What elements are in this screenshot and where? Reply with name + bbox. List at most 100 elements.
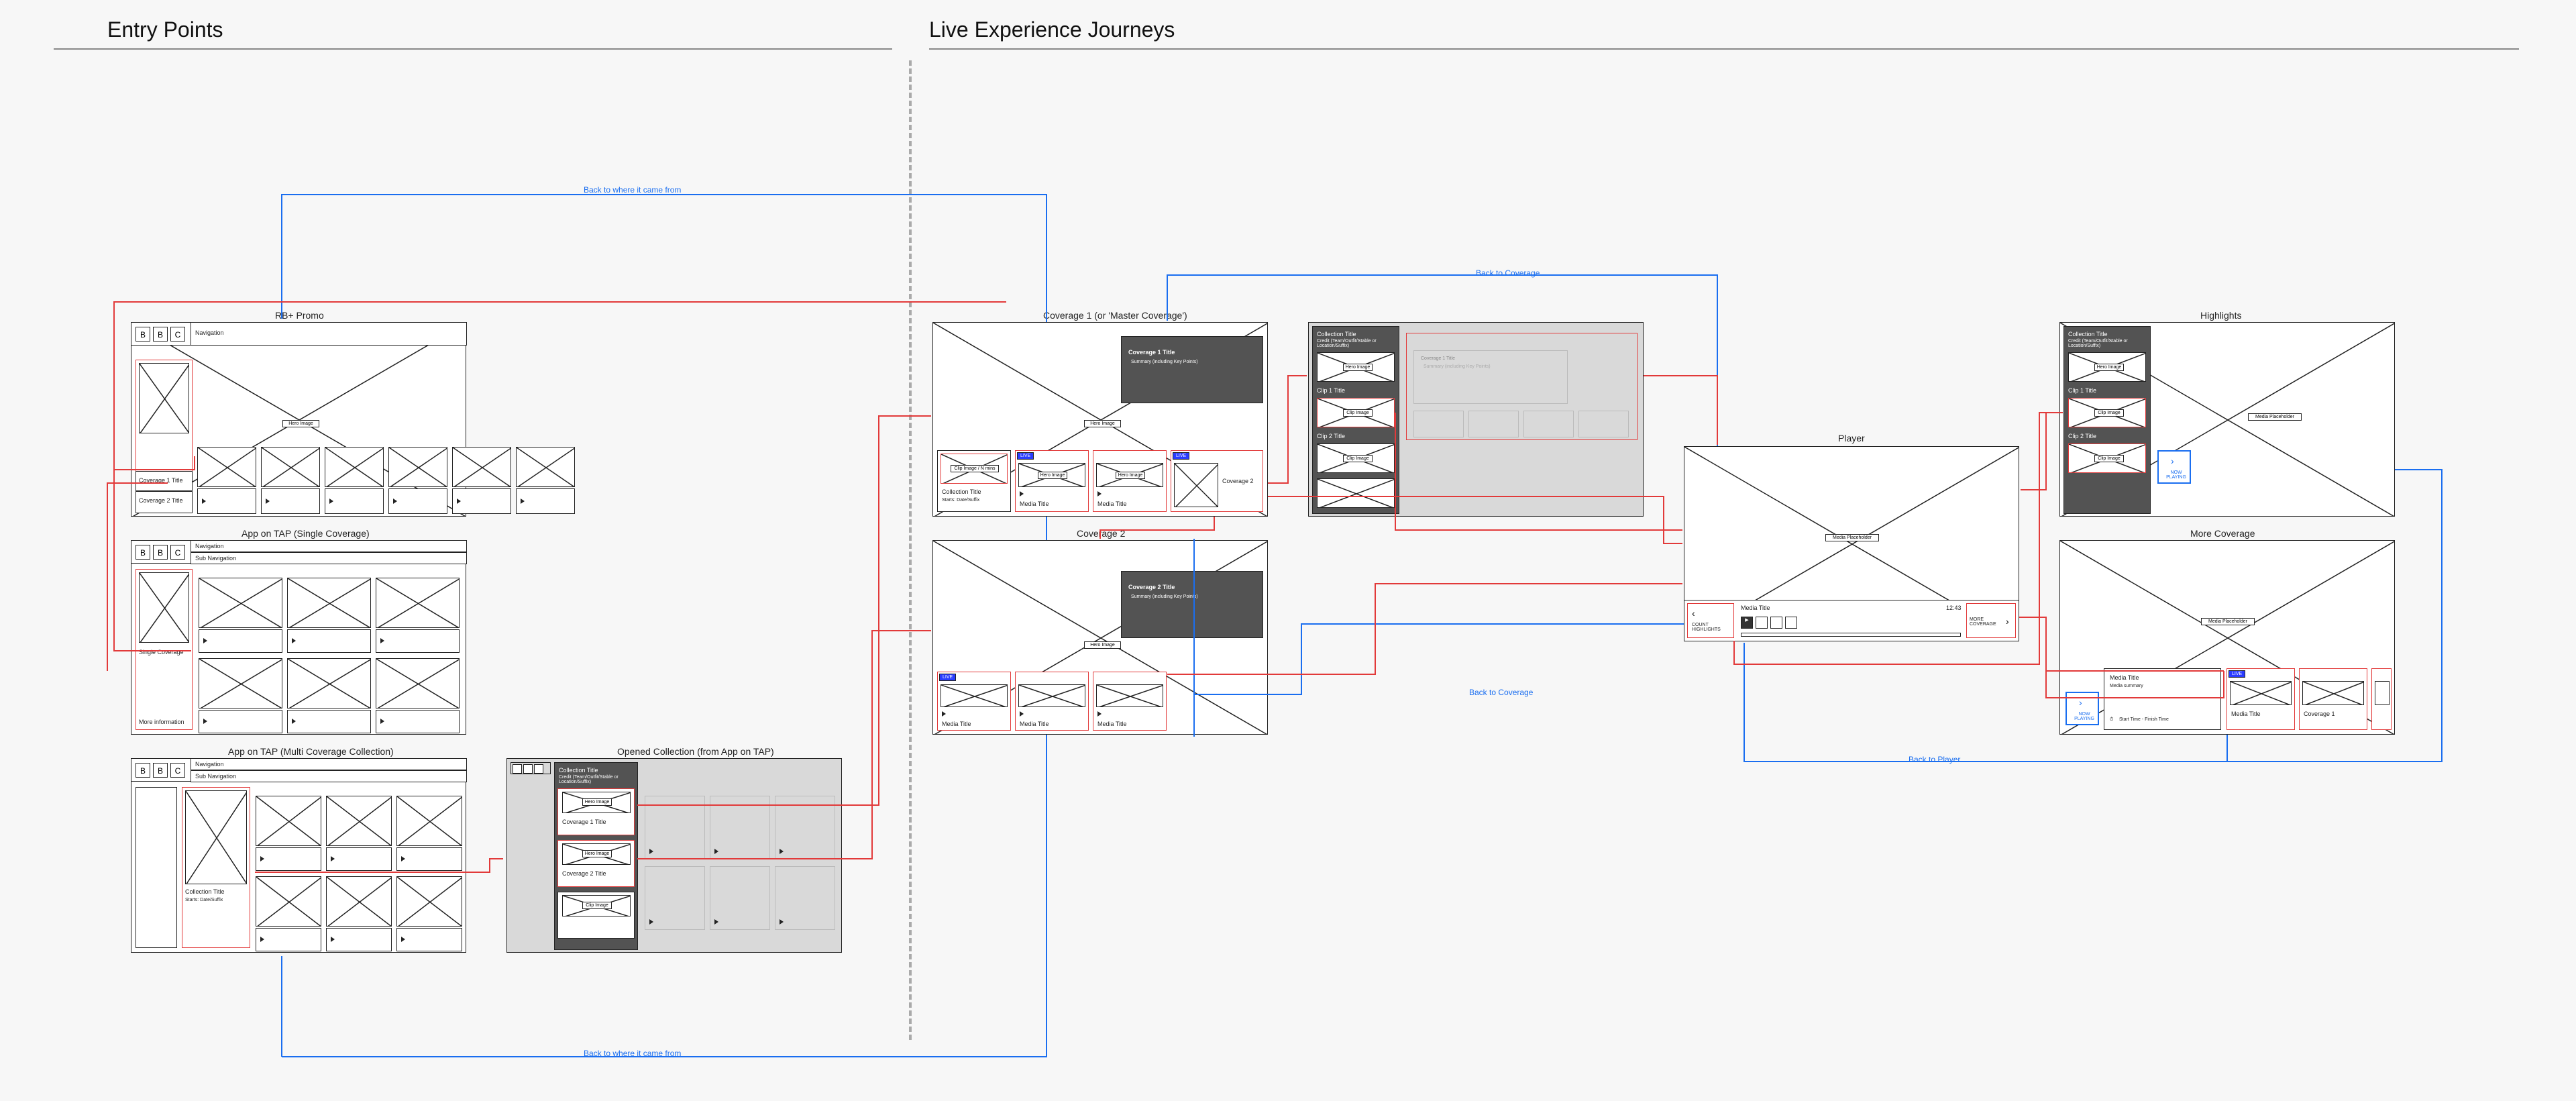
coll-sub: Credit (Team/Outfit/Stable or Location/S…	[559, 775, 633, 784]
frame-opened: Collection Title Credit (Team/Outfit/Sta…	[506, 758, 842, 953]
header-rule-right	[929, 48, 2519, 50]
coll-title: Collection Title	[559, 767, 598, 774]
subnav: Sub Navigation	[195, 773, 236, 780]
section-header-left: Entry Points	[107, 17, 223, 42]
header-rule-left	[54, 48, 892, 50]
play-button[interactable]: ▶	[1741, 617, 1753, 629]
media2: Media Title	[1020, 721, 1049, 727]
section-divider	[909, 60, 912, 1040]
single-title: Single Coverage	[139, 649, 184, 656]
start-end: Start Time - Finish Time	[2119, 717, 2169, 722]
coll-sub: Starts: Date/Suffix	[942, 498, 979, 503]
count-highlights: COUNT HIGHLIGHTS	[1692, 623, 1732, 632]
nav: Navigation	[195, 543, 224, 549]
chevron-right-icon: ›	[2171, 456, 2174, 466]
clip2: Clip 2 Title	[1317, 433, 1345, 439]
cov2-label: Coverage 2	[1222, 478, 1254, 484]
hero-badge: Hero Image	[1084, 641, 1121, 649]
logo-b2: B	[153, 763, 168, 778]
media-placeholder: Media Placeholder	[2248, 413, 2302, 421]
coll-title: Collection Title	[1317, 331, 1356, 337]
panel-title: Coverage 2 Title	[1128, 584, 1175, 590]
media-tile-3[interactable]: Media Title	[1093, 672, 1167, 731]
opened-row-1[interactable]: Hero Image Coverage 1 Title	[557, 788, 635, 835]
now-playing-badge: › NOW PLAYING	[2065, 692, 2099, 725]
more-coverage-button[interactable]: MORE COVERAGE ›	[1966, 603, 2016, 638]
live-badge: LIVE	[1017, 452, 1034, 460]
clip1: Clip 1 Title	[1317, 387, 1345, 394]
coll-title: Collection Title	[2068, 331, 2108, 337]
more-cov-tile-1[interactable]: LIVE Media Title	[2226, 668, 2295, 730]
frame-multi: B B C Navigation Sub Navigation Collecti…	[131, 758, 466, 953]
media-placeholder: Media Placeholder	[1825, 534, 1879, 541]
cov1: Coverage 1	[2304, 711, 2335, 717]
media-title: Media Title	[1741, 605, 1770, 611]
frame-label-rbplus: RB+ Promo	[275, 310, 324, 321]
live2: LIVE	[1173, 452, 1189, 460]
logo-c: C	[170, 763, 185, 778]
media-placeholder: Media Placeholder	[2201, 618, 2255, 625]
media: Media Title	[942, 721, 971, 727]
logo-b1: B	[136, 327, 150, 342]
hero-badge2: Hero Image	[1038, 472, 1067, 479]
clip2-tile[interactable]: Clip Image	[2068, 443, 2146, 473]
cov2-tile[interactable]: LIVE Coverage 2	[1171, 450, 1263, 512]
clip-btn: Clip Image	[2094, 409, 2124, 417]
more-cov-tile-2[interactable]: Coverage 1	[2299, 668, 2367, 730]
clip-tile[interactable]: Clip Image / N mins	[941, 454, 1008, 484]
cov1-title: Coverage 1 Title	[139, 477, 183, 484]
media-tile-1[interactable]: LIVE Media Title	[937, 672, 1011, 731]
cov2: Coverage 2 Title	[562, 870, 606, 877]
single-card[interactable]: Single Coverage More information	[136, 569, 193, 730]
clip1-tile[interactable]: Clip Image	[2068, 398, 2146, 427]
clip2: Clip 2 Title	[2068, 433, 2096, 439]
promo-card[interactable]: Coverage 1 Title Coverage 2 Title	[136, 360, 193, 513]
media-tile-2[interactable]: Hero Image Media Title	[1093, 450, 1167, 512]
media-sub: Media summary	[2110, 684, 2143, 688]
clip1-tile[interactable]: Clip Image	[1317, 398, 1395, 427]
back-highlights-button[interactable]: ‹ COUNT HIGHLIGHTS	[1687, 603, 1734, 638]
mute-button[interactable]	[1785, 617, 1797, 629]
now-playing: NOW PLAYING	[2163, 470, 2190, 480]
more-coverage: MORE COVERAGE	[1970, 617, 2003, 627]
cov1: Coverage 1 Title	[562, 819, 606, 825]
now-playing: NOW PLAYING	[2071, 712, 2098, 721]
coll-sub: Starts: Date/Suffix	[185, 898, 223, 902]
ghost-sub: Summary (including Key Points)	[1424, 364, 1491, 369]
flow-back-top: Back to where it came from	[584, 185, 681, 195]
logo-b1: B	[136, 545, 150, 560]
ff-button[interactable]	[1770, 617, 1782, 629]
coll-sub: Credit (Team/Outfit/Stable or Location/S…	[2068, 339, 2146, 348]
clip-btn: Clip Image / N mins	[951, 465, 999, 472]
frame-label-highlights: Highlights	[2200, 310, 2241, 321]
multi-card[interactable]: Collection Title Starts: Date/Suffix	[182, 787, 250, 948]
live: LIVE	[939, 674, 956, 681]
chevron-right-icon: ›	[2079, 697, 2082, 708]
frame-label-more: More Coverage	[2190, 528, 2255, 539]
frame-cov1: Hero Image Coverage 1 Title Summary (inc…	[932, 322, 1268, 517]
scrubber[interactable]	[1741, 633, 1961, 637]
logo-b2: B	[153, 327, 168, 342]
logo-b2: B	[153, 545, 168, 560]
frame-label-single: App on TAP (Single Coverage)	[241, 528, 370, 539]
more-cov-tile-3[interactable]	[2371, 668, 2392, 730]
rw-button[interactable]	[1756, 617, 1768, 629]
clip-btn: Clip Image	[1343, 409, 1373, 417]
media-title: Media Title	[2110, 674, 2139, 681]
hero-badge2: Hero Image	[582, 850, 612, 857]
frame-more-coverage: Media Placeholder Media Title Media summ…	[2059, 540, 2395, 735]
media-tile-1[interactable]: LIVE Hero Image Media Title	[1015, 450, 1089, 512]
coll-title: Collection Title	[942, 488, 981, 495]
flow-back-bottom: Back to where it came from	[584, 1049, 681, 1058]
panel-sub: Summary (including Key Points)	[1131, 594, 1198, 599]
cov2-title: Coverage 2 Title	[139, 497, 183, 504]
mt1: Media Title	[2231, 711, 2261, 717]
subnav: Sub Navigation	[195, 555, 236, 562]
clip-badge: Clip Image	[582, 902, 612, 909]
opened-row-2[interactable]: Hero Image Coverage 2 Title	[557, 840, 635, 887]
clip1: Clip 1 Title	[2068, 387, 2096, 394]
frame-label-player: Player	[1838, 433, 1865, 443]
time: 12:43	[1946, 605, 1962, 611]
media-tile-2[interactable]: Media Title	[1015, 672, 1089, 731]
hero-badge: Hero Image	[282, 420, 319, 427]
